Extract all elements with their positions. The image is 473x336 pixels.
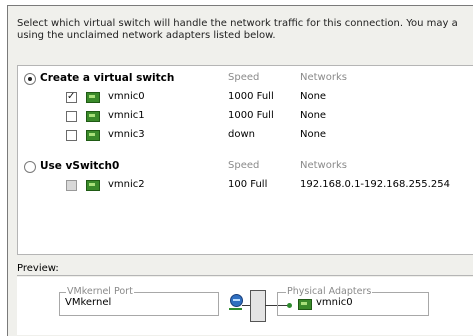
intro-text: Select which virtual switch will handle …: [17, 18, 458, 41]
adapter-name: vmnic1: [108, 110, 145, 121]
network-adapter-icon: [86, 180, 100, 191]
vmkernel-port-group-title: VMkernel Port: [66, 286, 134, 297]
vmkernel-port-group: VMkernel Port VMkernel: [59, 286, 219, 316]
vmnic2-checkbox[interactable]: [66, 180, 77, 191]
preview-divider: [17, 275, 473, 276]
preview-label: Preview:: [17, 263, 59, 274]
adapter-name: vmnic0: [108, 91, 145, 102]
vmnic3-checkbox[interactable]: [66, 130, 77, 141]
vmnic0-checkbox[interactable]: [66, 89, 77, 105]
group-use-vswitch0[interactable]: Use vSwitch0 Speed Networks: [18, 158, 473, 174]
physical-adapter-name: vmnic0: [316, 297, 353, 308]
physical-adapters-title: Physical Adapters: [286, 286, 373, 297]
adapter-name: vmnic3: [108, 129, 145, 140]
adapter-row-vmnic1[interactable]: vmnic1 1000 Full None: [18, 108, 473, 124]
create-vswitch-label: Create a virtual switch: [40, 72, 175, 84]
use-vswitch0-label: Use vSwitch0: [40, 160, 120, 172]
networks-header: Networks: [300, 160, 347, 171]
network-adapter-icon: [86, 92, 100, 103]
network-adapter-icon: [86, 111, 100, 122]
speed-header: Speed: [228, 160, 260, 171]
adapter-list-panel: Create a virtual switch Speed Networks v…: [17, 65, 473, 255]
adapter-name: vmnic2: [108, 179, 145, 190]
networks-header: Networks: [300, 72, 347, 83]
adapter-networks: None: [300, 129, 327, 140]
adapter-row-vmnic0[interactable]: vmnic0 1000 Full None: [18, 89, 473, 105]
adapter-networks: None: [300, 91, 327, 102]
use-vswitch0-radio[interactable]: [24, 161, 36, 173]
adapter-speed: down: [228, 129, 255, 140]
network-adapter-icon: [298, 299, 312, 310]
virtual-switch-icon: [250, 290, 266, 322]
physical-adapters-group: Physical Adapters vmnic0: [277, 286, 429, 316]
adapter-row-vmnic3[interactable]: vmnic3 down None: [18, 127, 473, 143]
create-vswitch-radio[interactable]: [24, 73, 36, 85]
group-create-vswitch[interactable]: Create a virtual switch Speed Networks: [18, 70, 473, 86]
adapter-networks: None: [300, 110, 327, 121]
adapter-row-vmnic2[interactable]: vmnic2 100 Full 192.168.0.1-192.168.255.…: [18, 177, 473, 193]
network-adapter-icon: [86, 130, 100, 141]
speed-header: Speed: [228, 72, 260, 83]
adapter-speed: 100 Full: [228, 179, 268, 190]
adapter-speed: 1000 Full: [228, 91, 274, 102]
adapter-speed: 1000 Full: [228, 110, 274, 121]
port-wire: [242, 305, 250, 306]
port-connector: [229, 308, 242, 310]
preview-diagram: VMkernel Port VMkernel Physical Adapters…: [17, 277, 473, 335]
adapter-networks: 192.168.0.1-192.168.255.254: [300, 179, 450, 190]
vmkernel-port-name: VMkernel: [65, 297, 112, 308]
vmnic1-checkbox[interactable]: [66, 111, 77, 122]
